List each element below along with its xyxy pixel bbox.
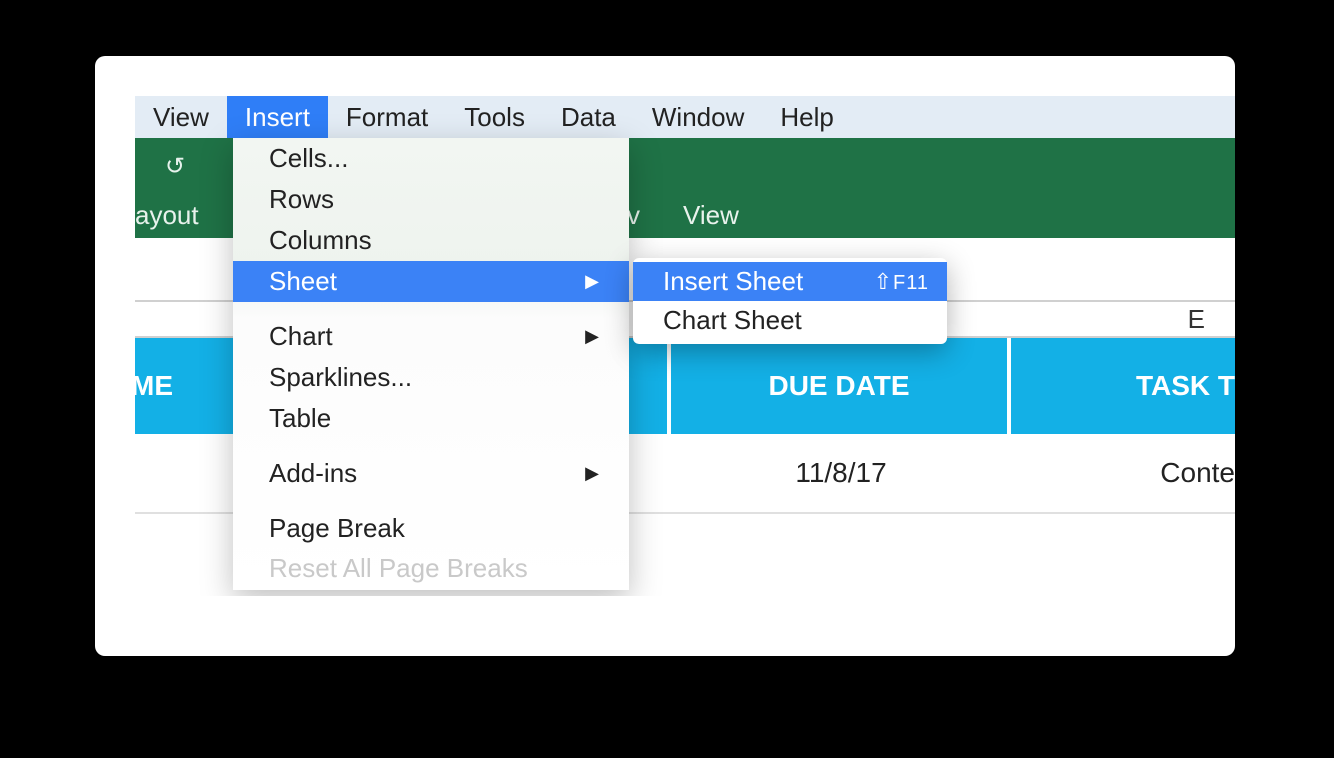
- dd-sheet-label: Sheet: [269, 266, 337, 297]
- sm-insert-sheet-label: Insert Sheet: [663, 266, 803, 297]
- th-name-label: ME: [135, 370, 173, 402]
- submenu-arrow-icon: ▶: [585, 463, 599, 484]
- th-due-label: DUE DATE: [768, 370, 909, 402]
- dd-sheet[interactable]: Sheet ▶: [233, 261, 629, 302]
- menubar: View Insert Format Tools Data Window Hel…: [135, 96, 1235, 138]
- dd-table-label: Table: [269, 403, 331, 434]
- dd-addins[interactable]: Add-ins ▶: [233, 453, 629, 494]
- app-window: View Insert Format Tools Data Window Hel…: [135, 96, 1235, 596]
- menu-insert[interactable]: Insert: [227, 96, 328, 138]
- sm-insert-sheet-shortcut: ⇧F11: [874, 269, 929, 295]
- dd-reset-page-breaks-disabled: Reset All Page Breaks: [233, 549, 629, 584]
- dd-separator: [233, 439, 629, 453]
- menu-format[interactable]: Format: [328, 96, 446, 138]
- dd-cells[interactable]: Cells...: [233, 138, 629, 179]
- sm-chart-sheet[interactable]: Chart Sheet: [633, 301, 947, 340]
- insert-dropdown: Cells... Rows Columns Sheet ▶ Chart ▶ Sp…: [233, 138, 629, 590]
- submenu-arrow-icon: ▶: [585, 271, 599, 292]
- cell-due-date[interactable]: 11/8/17: [671, 434, 1011, 512]
- menu-window[interactable]: Window: [634, 96, 762, 138]
- dd-chart-label: Chart: [269, 321, 333, 352]
- undo-icon[interactable]: ↺: [165, 152, 185, 181]
- dd-rows-label: Rows: [269, 184, 334, 215]
- ribbon-tab-layout-fragment[interactable]: ayout: [135, 200, 199, 231]
- dd-addins-label: Add-ins: [269, 458, 357, 489]
- th-task[interactable]: TASK T: [1011, 338, 1235, 434]
- dd-sparklines-label: Sparklines...: [269, 362, 412, 393]
- dd-columns-label: Columns: [269, 225, 372, 256]
- menu-tools[interactable]: Tools: [446, 96, 543, 138]
- dd-rows[interactable]: Rows: [233, 179, 629, 220]
- dd-chart[interactable]: Chart ▶: [233, 316, 629, 357]
- sm-chart-sheet-label: Chart Sheet: [663, 305, 802, 336]
- dd-separator: [233, 302, 629, 316]
- dd-table[interactable]: Table: [233, 398, 629, 439]
- th-due-date[interactable]: DUE DATE: [671, 338, 1011, 434]
- dd-separator: [233, 494, 629, 508]
- menu-view[interactable]: View: [135, 96, 227, 138]
- dd-cells-label: Cells...: [269, 143, 348, 174]
- dd-page-break[interactable]: Page Break: [233, 508, 629, 549]
- dd-sparklines[interactable]: Sparklines...: [233, 357, 629, 398]
- cell-task[interactable]: Conte: [1011, 434, 1235, 512]
- dd-page-break-label: Page Break: [269, 513, 405, 544]
- th-task-label: TASK T: [1136, 370, 1235, 402]
- menu-help[interactable]: Help: [762, 96, 851, 138]
- dd-columns[interactable]: Columns: [233, 220, 629, 261]
- sheet-submenu: Insert Sheet ⇧F11 Chart Sheet: [633, 258, 947, 344]
- sm-insert-sheet[interactable]: Insert Sheet ⇧F11: [633, 262, 947, 301]
- ribbon-tab-view[interactable]: View: [683, 200, 739, 231]
- column-header-e[interactable]: E: [1188, 304, 1205, 335]
- menu-data[interactable]: Data: [543, 96, 634, 138]
- screenshot-card: View Insert Format Tools Data Window Hel…: [95, 56, 1235, 656]
- submenu-arrow-icon: ▶: [585, 326, 599, 347]
